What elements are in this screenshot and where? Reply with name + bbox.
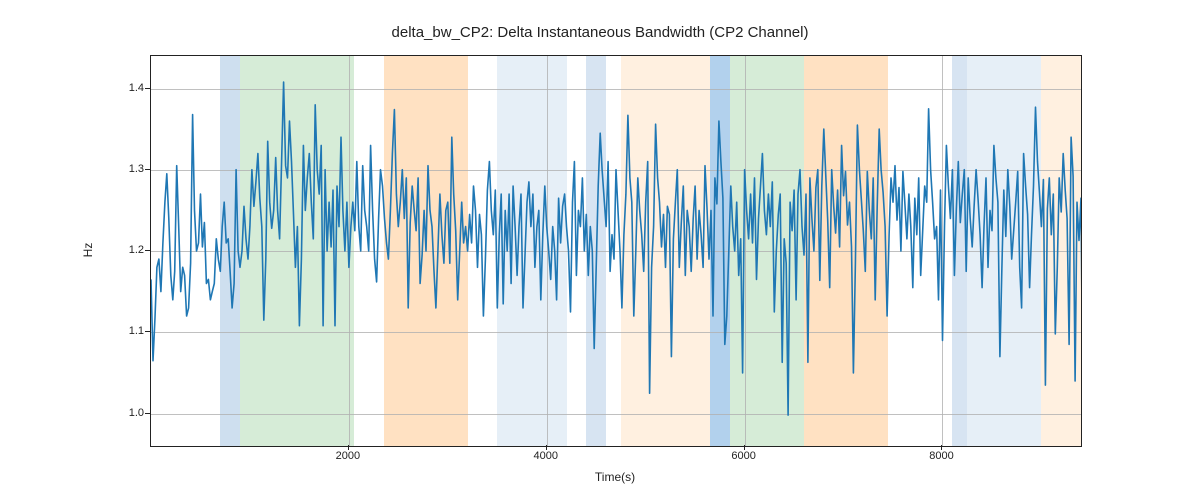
y-tick-label: 1.1 [104, 325, 144, 337]
y-tick-label: 1.0 [104, 407, 144, 419]
y-tick-label: 1.3 [104, 163, 144, 175]
y-tick-label: 1.2 [104, 244, 144, 256]
series-path [151, 82, 1081, 430]
x-tick-label: 8000 [929, 450, 953, 462]
x-tick-label: 4000 [533, 450, 557, 462]
chart-title: delta_bw_CP2: Delta Instantaneous Bandwi… [0, 24, 1200, 41]
y-tick-label: 1.4 [104, 82, 144, 94]
plot-area [150, 55, 1082, 447]
y-tick-mark [145, 250, 150, 251]
x-tick-label: 6000 [731, 450, 755, 462]
y-tick-mark [145, 88, 150, 89]
x-axis-label: Time(s) [595, 470, 635, 484]
y-tick-mark [145, 413, 150, 414]
y-axis-label: Hz [81, 243, 95, 258]
series-line [151, 56, 1081, 446]
y-tick-mark [145, 169, 150, 170]
x-tick-label: 2000 [336, 450, 360, 462]
figure: delta_bw_CP2: Delta Instantaneous Bandwi… [0, 0, 1200, 500]
y-tick-mark [145, 331, 150, 332]
